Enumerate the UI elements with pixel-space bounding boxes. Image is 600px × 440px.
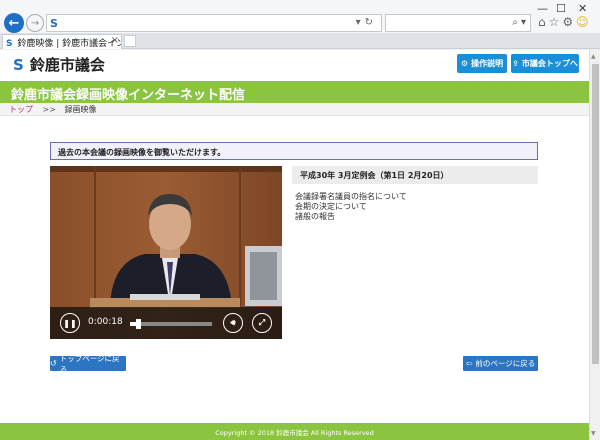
- help-button-label: 操作説明: [471, 59, 504, 68]
- video-player[interactable]: ❚❚ 0:00:18 🔊︎ ⤢: [50, 166, 282, 339]
- logo-mark-icon: S: [13, 55, 24, 74]
- speaker-icon: 🔊︎: [230, 318, 236, 327]
- breadcrumb: トップ >> 録画映像: [0, 103, 589, 116]
- page-title: 鈴鹿市議会録画映像インターネット配信: [11, 88, 246, 103]
- agenda-item[interactable]: 諸般の報告: [295, 212, 407, 222]
- page-viewport: S 鈴鹿市議会 ⚙ 操作説明 ⇪ 市議会トップへ 鈴鹿市議会録画映像インターネッ…: [0, 50, 589, 440]
- maximize-icon[interactable]: ☐: [556, 2, 566, 15]
- toolbar-icons: ⌂☆⚙☺: [538, 15, 592, 29]
- gear-icon: ⚙: [460, 59, 469, 68]
- volume-button[interactable]: 🔊︎: [223, 313, 243, 333]
- tab-title: 鈴鹿映像 | 鈴鹿市議会インタ...: [17, 39, 121, 49]
- logo-text: 鈴鹿市議会: [29, 56, 105, 74]
- footer: Copyright © 2018 鈴鹿市議会 All Rights Reserv…: [0, 423, 589, 440]
- back-page-button[interactable]: ⇦ 前のページに戻る: [463, 356, 538, 371]
- site-logo[interactable]: S 鈴鹿市議会: [13, 54, 105, 75]
- top-page-button[interactable]: ↺ トップページに戻る: [50, 354, 126, 374]
- agenda-list: 会議録署名議員の指名について 会期の決定について 諸般の報告: [295, 192, 407, 222]
- scroll-up-icon[interactable]: ▲: [591, 53, 596, 60]
- close-window-icon[interactable]: ✕: [578, 2, 587, 15]
- breadcrumb-separator: >>: [42, 105, 56, 114]
- search-input[interactable]: ⌕ ▾: [385, 14, 531, 32]
- agenda-item[interactable]: 会期の決定について: [295, 202, 407, 212]
- tab-favicon-icon: S: [6, 39, 13, 49]
- star-icon[interactable]: ☆: [549, 15, 563, 29]
- arrow-left-icon: ←: [8, 15, 20, 31]
- seek-handle[interactable]: [136, 319, 142, 329]
- new-tab-button[interactable]: [124, 35, 136, 47]
- forward-button[interactable]: →: [26, 14, 44, 32]
- scroll-thumb[interactable]: [592, 64, 599, 364]
- pause-icon: ❚❚: [63, 318, 77, 328]
- seek-bar[interactable]: [130, 319, 212, 329]
- upload-icon: ⇪: [512, 59, 519, 68]
- smiley-icon[interactable]: ☺: [576, 15, 592, 29]
- notice-box: 過去の本会議の録画映像を御覧いただけます。: [50, 142, 538, 160]
- address-bar[interactable]: S ▾↻: [46, 14, 382, 32]
- site-favicon-icon: S: [50, 17, 58, 30]
- home-icon[interactable]: ⌂: [538, 15, 549, 29]
- top-page-label: トップページに戻る: [59, 353, 120, 374]
- video-controls: ❚❚ 0:00:18 🔊︎ ⤢: [50, 307, 282, 339]
- help-button[interactable]: ⚙ 操作説明: [457, 54, 507, 73]
- fullscreen-icon: ⤢: [258, 318, 266, 327]
- arrow-right-icon: →: [30, 17, 40, 29]
- address-controls[interactable]: ▾↻: [356, 17, 377, 28]
- title-banner: 鈴鹿市議会録画映像インターネット配信: [0, 81, 589, 103]
- back-page-label: 前のページに戻る: [475, 359, 536, 368]
- browser-tab[interactable]: S 鈴鹿映像 | 鈴鹿市議会インタ... ×: [2, 34, 122, 49]
- minimize-icon[interactable]: —: [537, 2, 548, 15]
- arrow-left-icon: ⇦: [465, 359, 473, 368]
- breadcrumb-current: 録画映像: [64, 105, 97, 114]
- browser-toolbar: — ☐ ✕ ← → S ▾↻ ⌕ ▾ ⌂☆⚙☺: [0, 0, 600, 33]
- session-title: 平成30年 3月定例会（第1日 2月20日）: [292, 166, 538, 184]
- council-top-button[interactable]: ⇪ 市議会トップへ: [511, 54, 579, 73]
- council-top-label: 市議会トップへ: [521, 59, 578, 68]
- fullscreen-button[interactable]: ⤢: [252, 313, 272, 333]
- pause-button[interactable]: ❚❚: [60, 313, 80, 333]
- breadcrumb-home-link[interactable]: トップ: [9, 105, 33, 114]
- agenda-item[interactable]: 会議録署名議員の指名について: [295, 192, 407, 202]
- search-icon[interactable]: ⌕ ▾: [512, 17, 526, 28]
- back-button[interactable]: ←: [4, 13, 24, 33]
- scroll-down-icon[interactable]: ▼: [591, 430, 596, 437]
- tab-close-icon[interactable]: ×: [111, 35, 119, 46]
- gear-icon[interactable]: ⚙: [562, 15, 576, 29]
- return-icon: ↺: [50, 359, 57, 368]
- video-time: 0:00:18: [88, 317, 123, 327]
- site-header: S 鈴鹿市議会 ⚙ 操作説明 ⇪ 市議会トップへ: [0, 50, 589, 78]
- vertical-scrollbar[interactable]: ▲ ▼: [589, 50, 600, 440]
- tab-strip: S 鈴鹿映像 | 鈴鹿市議会インタ... ×: [0, 33, 600, 49]
